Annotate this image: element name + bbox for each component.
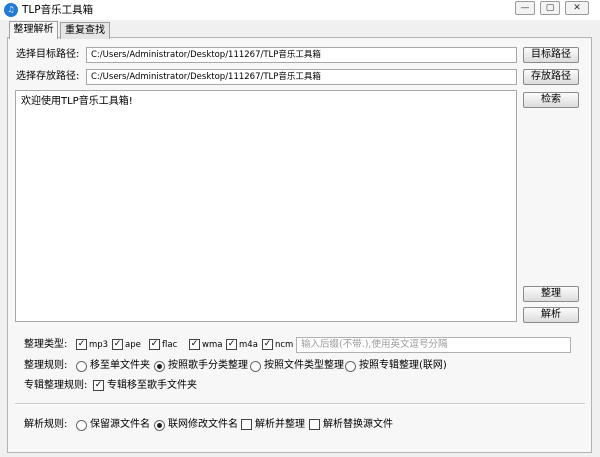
checkbox-ncm[interactable]: ✓ (262, 339, 273, 350)
checkbox-replace-source[interactable] (309, 419, 320, 430)
organize-type-label: 整理类型: (24, 339, 68, 350)
tab-duplicate-search[interactable]: 重复查找 (60, 22, 110, 39)
parse-rule-label: 解析规则: (24, 419, 68, 430)
checkbox-album-to-artist[interactable]: ✓ (93, 380, 104, 391)
checkbox-flac-label: flac (162, 340, 178, 350)
checkbox-wma[interactable]: ✓ (189, 339, 200, 350)
log-text: 欢迎使用TLP音乐工具箱! (21, 96, 133, 107)
target-path-button[interactable]: 目标路径 (523, 47, 579, 63)
radio-move-single-folder[interactable] (76, 361, 87, 372)
radio-by-artist[interactable] (154, 361, 165, 372)
radio-online-rename-label: 联网修改文件名 (168, 419, 238, 430)
radio-by-album[interactable] (345, 361, 356, 372)
checkbox-m4a-label: m4a (239, 340, 258, 350)
minimize-button[interactable]: — (515, 1, 535, 15)
organize-button[interactable]: 整理 (523, 286, 579, 302)
custom-extension-input[interactable]: 输入后缀(不带.),使用英文逗号分隔 (296, 337, 571, 353)
target-path-label: 选择目标路径: (16, 49, 80, 60)
checkbox-m4a[interactable]: ✓ (226, 339, 237, 350)
maximize-button[interactable]: ▢ (540, 1, 560, 15)
save-path-button[interactable]: 存放路径 (523, 69, 579, 85)
target-path-input[interactable]: C:/Users/Administrator/Desktop/111267/TL… (86, 47, 517, 63)
save-path-label: 选择存放路径: (16, 71, 80, 82)
checkbox-mp3-label: mp3 (89, 340, 109, 350)
checkbox-replace-source-label: 解析替换源文件 (323, 419, 393, 430)
checkbox-ape-label: ape (125, 340, 141, 350)
app-logo-icon: ♫ (4, 3, 18, 17)
checkbox-mp3[interactable]: ✓ (76, 339, 87, 350)
radio-online-rename[interactable] (154, 420, 165, 431)
organize-rule-label: 整理规则: (24, 360, 68, 371)
checkbox-parse-and-organize-label: 解析并整理 (255, 419, 305, 430)
checkbox-ncm-label: ncm (275, 340, 294, 350)
section-divider (15, 403, 585, 405)
checkbox-flac[interactable]: ✓ (149, 339, 160, 350)
tab-organize-parse[interactable]: 整理解析 (9, 21, 58, 39)
parse-button[interactable]: 解析 (523, 307, 579, 323)
radio-by-artist-label: 按照歌手分类整理 (168, 360, 248, 371)
checkbox-parse-and-organize[interactable] (241, 419, 252, 430)
radio-keep-filename[interactable] (76, 420, 87, 431)
window-title: TLP音乐工具箱 (22, 4, 94, 16)
radio-move-single-folder-label: 移至单文件夹 (90, 360, 150, 371)
checkbox-album-to-artist-label: 专辑移至歌手文件夹 (107, 380, 197, 391)
log-textarea[interactable]: 欢迎使用TLP音乐工具箱! (15, 90, 517, 322)
save-path-input[interactable]: C:/Users/Administrator/Desktop/111267/TL… (86, 69, 517, 85)
search-button[interactable]: 检索 (523, 92, 579, 108)
radio-by-file-type[interactable] (250, 361, 261, 372)
checkbox-ape[interactable]: ✓ (112, 339, 123, 350)
radio-by-album-label: 按照专辑整理(联网) (359, 360, 447, 371)
radio-by-file-type-label: 按照文件类型整理 (264, 360, 344, 371)
close-button[interactable]: ✕ (565, 1, 589, 15)
album-rule-label: 专辑整理规则: (24, 380, 88, 391)
checkbox-wma-label: wma (202, 340, 223, 350)
radio-keep-filename-label: 保留源文件名 (90, 419, 150, 430)
